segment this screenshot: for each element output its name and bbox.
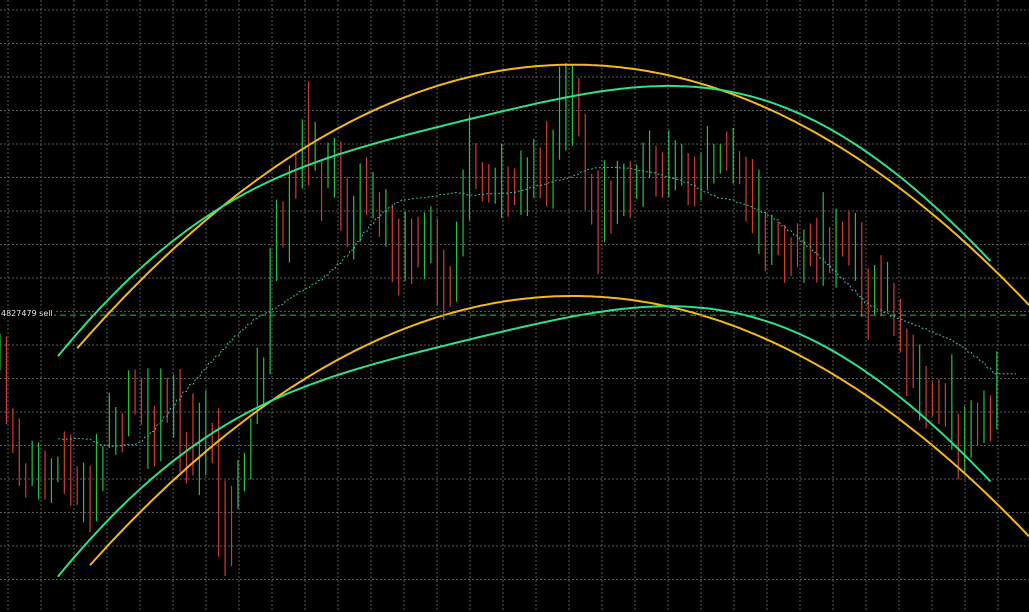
series-lower bbox=[57, 305, 992, 578]
regression-channel bbox=[57, 63, 1029, 578]
series-midline bbox=[57, 166, 1017, 447]
series-lower-alt bbox=[89, 295, 1029, 566]
order-line-label: 4827479 sell bbox=[0, 309, 54, 319]
price-chart[interactable]: 4827479 sell bbox=[0, 0, 1029, 612]
series-upper bbox=[57, 84, 992, 357]
chart-canvas[interactable] bbox=[0, 0, 1029, 612]
